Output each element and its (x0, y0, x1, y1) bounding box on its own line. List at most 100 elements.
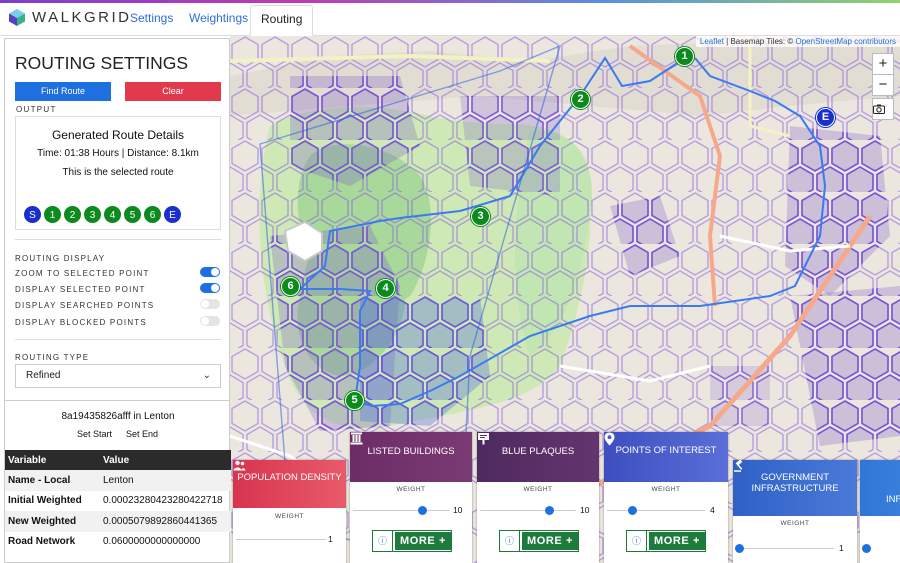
tab-routing[interactable]: Routing (250, 5, 314, 36)
row-value: 0.0005079892860441365 (100, 511, 231, 532)
route-marker-2[interactable]: 2 (571, 90, 590, 109)
row-key: Initial Weighted (8, 495, 82, 507)
toggle-label-zoom: ZOOM TO SELECTED POINT (15, 269, 150, 278)
weight-label: WEIGHT (396, 486, 426, 493)
weight-slider-track[interactable] (607, 510, 705, 511)
card-header: BLUE PLAQUES (477, 432, 599, 482)
hex-id-label: 8a19435826afff in Lenton (61, 411, 175, 422)
weight-slider-thumb[interactable] (418, 506, 427, 515)
route-point-1[interactable]: 1 (44, 206, 61, 223)
weight-slider-thumb[interactable] (862, 544, 871, 553)
row-value: 0.0002328042328042271​8 (103, 495, 223, 507)
brand-name: WALKGRID (32, 9, 132, 26)
display-searched-toggle[interactable] (200, 299, 220, 309)
more-button[interactable]: MORE + (649, 532, 705, 550)
weight-value: 10 (580, 505, 590, 515)
card-header: GOVERNMENT INFRASTRUCTURE (733, 460, 857, 516)
card-header: LISTED BUILDINGS (350, 432, 472, 482)
weight-label: WEIGHT (651, 486, 681, 493)
route-point-4[interactable]: 4 (104, 206, 121, 223)
display-blocked-toggle[interactable] (200, 316, 220, 326)
route-point-start[interactable]: S (24, 206, 41, 223)
weight-value: 1 (839, 543, 844, 553)
divider (15, 339, 221, 340)
toggle-label-display-selected: DISPLAY SELECTED POINT (15, 285, 146, 294)
routing-display-label: ROUTING DISPLAY (15, 254, 106, 263)
card-blue-plaques: BLUE PLAQUES WEIGHT 10 ⓘ MORE + (477, 432, 599, 563)
zoom-out-button[interactable]: − (872, 74, 894, 96)
route-marker-1[interactable]: 1 (675, 47, 694, 66)
table-row: New Weighted 0.0005079892860441365 (5, 511, 231, 532)
card-government-infrastructure: GOVERNMENT INFRASTRUCTURE WEIGHT 1 (733, 460, 857, 563)
info-icon[interactable]: ⓘ (500, 531, 520, 551)
route-point-2[interactable]: 2 (64, 206, 81, 223)
row-value: 0.0600000000000000 (103, 536, 201, 548)
toggle-label-searched: DISPLAY SEARCHED POINTS (15, 301, 155, 310)
panel-title: ROUTING SETTINGS (15, 53, 189, 73)
route-marker-end[interactable]: E (816, 108, 835, 127)
map-view[interactable]: 1 2 3 4 5 6 E Leaflet | Basemap Tiles: ©… (230, 36, 900, 563)
card-population-density: POPULATION DENSITY WEIGHT 1 (233, 460, 346, 563)
route-marker-4[interactable]: 4 (376, 279, 395, 298)
info-icon[interactable]: ⓘ (373, 531, 393, 551)
route-time-distance: Time: 01:38 Hours | Distance: 8.1km (37, 148, 199, 159)
route-point-end[interactable]: E (164, 206, 181, 223)
route-marker-6[interactable]: 6 (281, 277, 300, 296)
weight-label: WEIGHT (780, 520, 810, 527)
display-selected-toggle[interactable] (200, 283, 220, 293)
tab-settings[interactable]: Settings (120, 5, 183, 36)
route-point-6[interactable]: 6 (144, 206, 161, 223)
accent-stripe (0, 0, 900, 3)
table-row: Initial Weighted 0.0002328042328042271​8 (5, 491, 231, 512)
route-marker-5[interactable]: 5 (345, 391, 364, 410)
set-end-link[interactable]: Set End (126, 429, 158, 439)
routing-type-value: Refined (26, 370, 61, 381)
route-selected-text: This is the selected route (62, 167, 174, 178)
card-title: INFR (886, 494, 900, 505)
card-header: POPULATION DENSITY (233, 460, 346, 508)
row-value: Lenton (100, 470, 231, 491)
route-point-5[interactable]: 5 (124, 206, 141, 223)
row-key: Name - Local (5, 470, 100, 491)
osm-link[interactable]: OpenStreetMap contributors (796, 37, 897, 46)
screenshot-button[interactable] (872, 98, 894, 120)
more-button[interactable]: MORE + (522, 532, 578, 550)
route-point-3[interactable]: 3 (84, 206, 101, 223)
find-route-button[interactable]: Find Route (15, 82, 111, 101)
table-row: Name - Local Lenton (5, 470, 231, 491)
weight-slider-track[interactable] (736, 548, 834, 549)
route-marker-3[interactable]: 3 (471, 207, 490, 226)
zoom-in-button[interactable]: + (872, 53, 894, 75)
weight-slider-thumb[interactable] (628, 506, 637, 515)
card-title: POPULATION DENSITY (237, 472, 342, 483)
attribution-text: | Basemap Tiles: © (723, 37, 796, 46)
card-title: POINTS OF INTEREST (615, 445, 717, 456)
weight-value: 10 (453, 505, 463, 515)
weight-slider-thumb[interactable] (545, 506, 554, 515)
row-key: Road Network (8, 536, 76, 548)
gavel-icon (734, 460, 743, 472)
sign-icon (478, 433, 489, 445)
weight-slider-track[interactable] (480, 510, 576, 511)
weight-slider-track[interactable] (353, 510, 449, 511)
weight-slider-track[interactable] (236, 539, 326, 540)
leaflet-link[interactable]: Leaflet (700, 37, 724, 46)
output-label: OUTPUT (16, 105, 57, 114)
weight-slider-thumb[interactable] (735, 544, 744, 553)
weight-label: WEIGHT (523, 486, 553, 493)
top-navbar: WALKGRID Settings Weightings Routing (0, 0, 900, 36)
pin-icon (604, 432, 615, 446)
zoom-selected-toggle[interactable] (200, 267, 220, 277)
clear-button[interactable]: Clear (125, 82, 221, 101)
info-icon[interactable]: ⓘ (627, 531, 647, 551)
card-header: POINTS OF INTEREST (604, 432, 728, 482)
weight-value: 1 (328, 534, 333, 544)
more-button[interactable]: MORE + (395, 532, 451, 550)
set-start-link[interactable]: Set Start (77, 429, 112, 439)
card-title: LISTED BUILDINGS (367, 446, 455, 457)
routing-type-select[interactable]: Refined ⌄ (15, 364, 221, 388)
route-point-list: S123456E (24, 205, 184, 223)
tab-weightings[interactable]: Weightings (179, 5, 258, 36)
output-box: Generated Route Details Time: 01:38 Hour… (15, 116, 221, 230)
card-listed-buildings: LISTED BUILDINGS WEIGHT 10 ⓘ MORE + (350, 432, 472, 563)
